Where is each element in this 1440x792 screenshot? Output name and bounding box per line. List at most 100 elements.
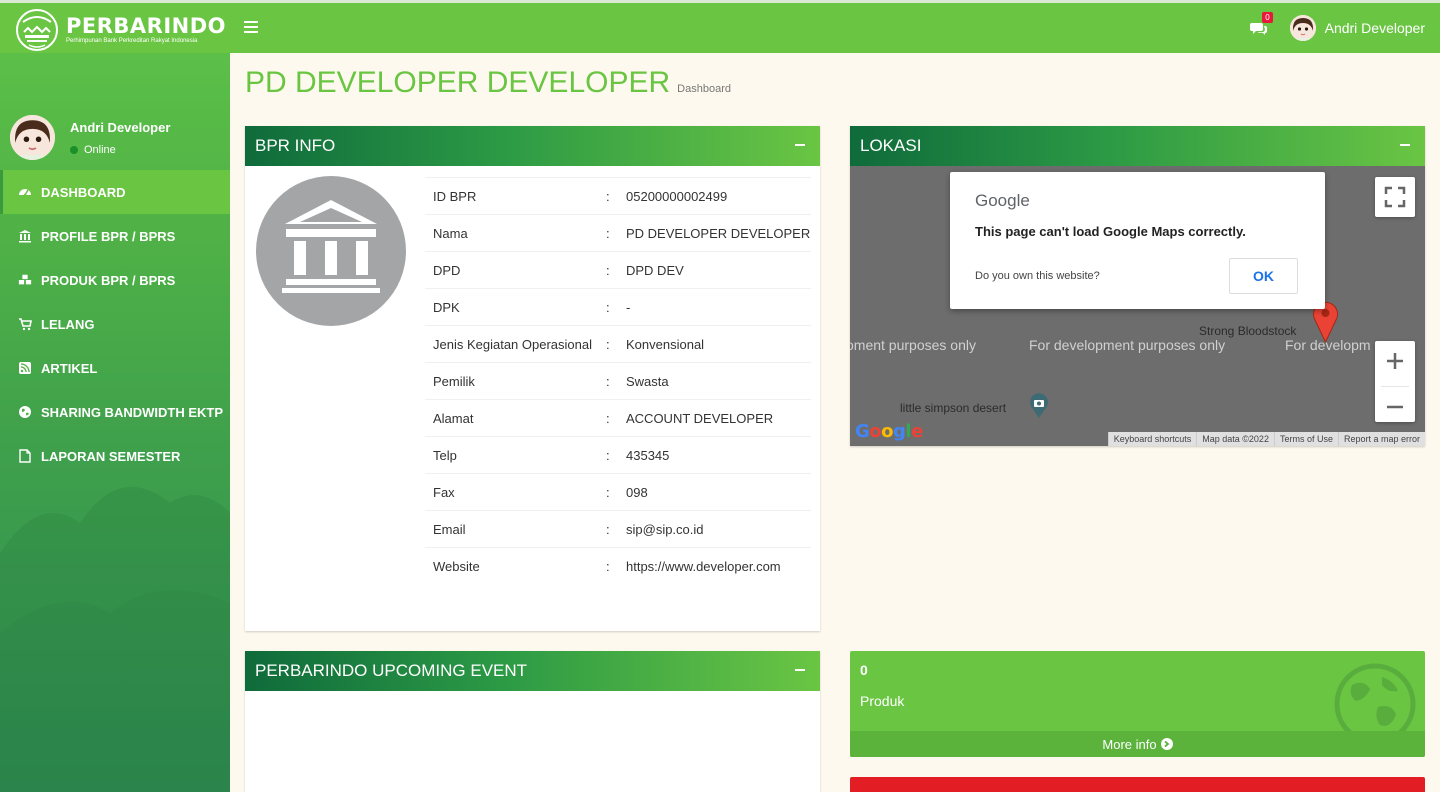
map-watermark: oment purposes only [850,337,976,353]
page-header: PD DEVELOPER DEVELOPER Dashboard [245,66,731,100]
zoom-out-icon[interactable] [1375,387,1415,427]
bpr-info-panel: BPR INFO ID BPR:05200000002499 Nama: PD D… [245,126,820,631]
rss-icon [18,361,32,375]
row-key: ID BPR [433,188,477,204]
terms-of-use-link[interactable]: Terms of Use [1273,432,1338,446]
row-separator: : [606,188,610,204]
row-separator: : [606,225,610,241]
panel-header: PERBARINDO UPCOMING EVENT [245,651,820,691]
sidebar-item-profile[interactable]: PROFILE BPR / BPRS [0,214,230,258]
row-separator: : [606,410,610,426]
google-maps-error-dialog: Google This page can't load Google Maps … [950,172,1325,309]
sidebar-item-label: LAPORAN SEMESTER [41,448,181,464]
sidebar-item-laporan[interactable]: LAPORAN SEMESTER [0,434,230,478]
google-map[interactable]: oment purposes only For development purp… [850,166,1425,446]
sidebar-item-label: SHARING BANDWIDTH EKTP [41,404,223,420]
brand-tagline: Perhimpunan Bank Perkreditan Rakyat Indo… [66,38,198,44]
avatar [10,115,55,160]
more-info-label: More info [1102,736,1157,752]
row-separator: : [606,521,610,537]
error-message: This page can't load Google Maps correct… [975,224,1246,239]
row-value: - [626,299,631,315]
more-info-link[interactable]: More info [850,731,1425,757]
map-place-label: little simpson desert [900,401,1007,415]
status-label: Online [84,144,116,156]
row-value: sip@sip.co.id [626,521,704,537]
table-row: Nama: PD DEVELOPER DEVELOPER [425,214,811,251]
hamburger-icon[interactable] [244,21,258,33]
sidebar-item-label: PRODUK BPR / BPRS [41,272,176,288]
bank-icon [18,229,32,243]
google-logo[interactable]: Google [855,421,923,442]
row-value: https://www.developer.com [626,558,781,574]
row-key: Jenis Kegiatan Operasional [433,336,592,352]
user-menu[interactable]: Andri Developer [1289,15,1425,41]
row-value: 098 [626,484,648,500]
map-watermark: For development purposes only [1029,337,1226,353]
sidebar-user-name: Andri Developer [70,120,171,135]
row-separator: : [606,484,610,500]
row-value: 435345 [626,447,670,463]
table-row: DPD: DPD DEV [425,251,811,288]
sidebar-item-label: PROFILE BPR / BPRS [41,228,176,244]
table-row: Jenis Kegiatan Operasional: Konvensional [425,325,811,362]
collapse-button[interactable] [1399,137,1411,151]
keyboard-shortcuts-link[interactable]: Keyboard shortcuts [1107,432,1197,446]
row-key: Nama [433,225,468,241]
report-map-error-link[interactable]: Report a map error [1337,432,1425,446]
mountain-background [0,487,230,792]
collapse-button[interactable] [794,137,806,151]
row-key: Pemilik [433,373,475,389]
avatar [1289,15,1316,41]
cart-icon [18,317,32,331]
google-wordmark: Google [975,191,1030,210]
produk-count: 0 [860,662,868,678]
status-dot-icon [70,146,78,154]
row-key: DPD [433,262,461,278]
file-icon [18,449,32,463]
sidebar-item-artikel[interactable]: ARTIKEL [0,346,230,390]
top-navbar: PERBARINDO Perhimpunan Bank Perkreditan … [0,0,1440,53]
sidebar: Andri Developer Online DASHBOARD PROFILE… [0,53,230,792]
sidebar-item-produk[interactable]: PRODUK BPR / BPRS [0,258,230,302]
panel-title: BPR INFO [255,136,336,155]
cubes-icon [18,273,32,287]
panel-header: BPR INFO [245,126,820,166]
bpr-info-table: ID BPR:05200000002499 Nama: PD DEVELOPER … [425,177,811,584]
row-value: 05200000002499 [626,188,728,204]
sidebar-item-label: DASHBOARD [41,184,126,200]
sidebar-item-label: LELANG [41,316,95,332]
sidebar-item-dashboard[interactable]: DASHBOARD [0,170,230,214]
collapse-button[interactable] [794,662,806,676]
dashboard-icon [18,185,32,199]
row-separator: : [606,558,610,574]
map-attribution-bar: Keyboard shortcuts Map data ©2022 Terms … [1107,432,1425,446]
produk-label: Produk [860,693,905,709]
brand-name: PERBARINDO [66,14,227,38]
upcoming-event-panel: PERBARINDO UPCOMING EVENT [245,651,820,792]
table-row: Pemilik: Swasta [425,362,811,399]
user-panel: Andri Developer Online [10,115,170,160]
panel-title: PERBARINDO UPCOMING EVENT [255,661,528,680]
table-row: Telp:435345 [425,436,811,473]
brand-logo[interactable]: PERBARINDO Perhimpunan Bank Perkreditan … [14,8,226,52]
produk-stat-box: 0 Produk More info [850,651,1425,757]
row-key: DPK [433,299,460,315]
row-value: ACCOUNT DEVELOPER [626,410,774,426]
zoom-in-icon[interactable] [1375,341,1415,381]
camera-pin-icon[interactable] [1028,393,1050,419]
row-separator: : [606,373,610,389]
fullscreen-button[interactable] [1375,177,1415,217]
row-separator: : [606,447,610,463]
row-value: PD DEVELOPER DEVELOPER [626,225,811,241]
fullscreen-icon [1384,186,1406,208]
table-row: Alamat: ACCOUNT DEVELOPER [425,399,811,436]
ok-button[interactable]: OK [1229,258,1298,294]
sidebar-item-sharing-bandwidth[interactable]: SHARING BANDWIDTH EKTP [0,390,230,434]
panel-title: LOKASI [860,136,922,155]
top-user-name: Andri Developer [1324,20,1425,36]
map-data-credit: Map data ©2022 [1196,432,1274,446]
sidebar-item-lelang[interactable]: LELANG [0,302,230,346]
perbarindo-emblem-icon [16,9,58,51]
stat-box-red [850,777,1425,792]
